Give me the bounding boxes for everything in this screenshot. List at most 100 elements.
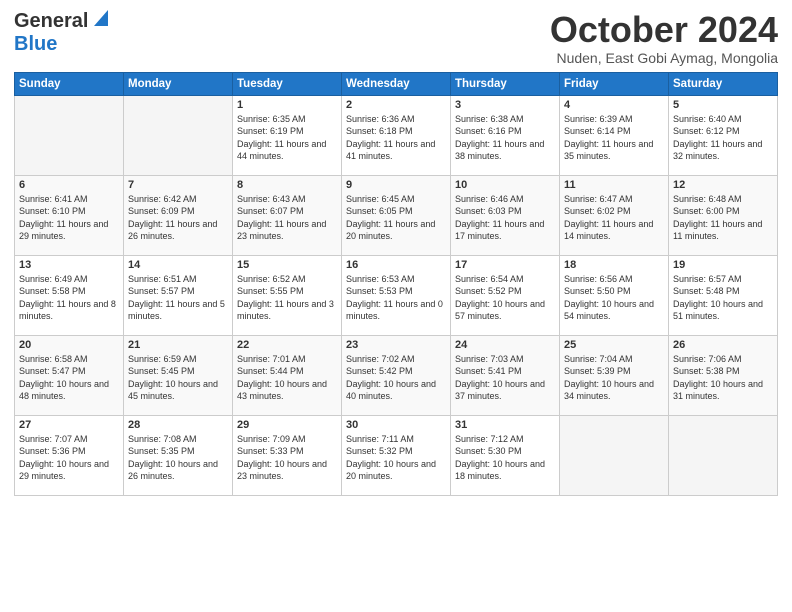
day-number: 18	[564, 259, 664, 271]
day-number: 13	[19, 259, 119, 271]
week-row-4: 20Sunrise: 6:58 AM Sunset: 5:47 PM Dayli…	[15, 335, 778, 415]
title-block: October 2024 Nuden, East Gobi Aymag, Mon…	[550, 10, 778, 66]
calendar-cell: 10Sunrise: 6:46 AM Sunset: 6:03 PM Dayli…	[451, 175, 560, 255]
day-number: 24	[455, 339, 555, 351]
day-number: 20	[19, 339, 119, 351]
day-number: 29	[237, 419, 337, 431]
calendar-cell: 30 Sunrise: 7:11 AM Sunset: 5:32 PM Dayli…	[342, 415, 451, 495]
calendar-cell: 25 Sunrise: 7:04 AM Sunset: 5:39 PM Dayli…	[560, 335, 669, 415]
cell-info: Sunrise: 6:59 AM Sunset: 5:45 PM Dayligh…	[128, 353, 228, 403]
cell-info: Sunrise: 7:12 AM Sunset: 5:30 PM Dayligh…	[455, 433, 555, 483]
logo: General Blue	[14, 10, 108, 56]
day-number: 21	[128, 339, 228, 351]
calendar-cell: 27Sunrise: 7:07 AM Sunset: 5:36 PM Dayli…	[15, 415, 124, 495]
day-number: 19	[673, 259, 773, 271]
cell-info: Sunrise: 7:04 AM Sunset: 5:39 PM Dayligh…	[564, 353, 664, 403]
calendar-cell: 26 Sunrise: 7:06 AM Sunset: 5:38 PM Dayli…	[669, 335, 778, 415]
header: General Blue October 2024 Nuden, East Go…	[14, 10, 778, 66]
cell-info: Sunrise: 7:09 AM Sunset: 5:33 PM Dayligh…	[237, 433, 337, 483]
day-number: 7	[128, 179, 228, 191]
calendar-cell: 28 Sunrise: 7:08 AM Sunset: 5:35 PM Dayli…	[124, 415, 233, 495]
cell-info: Sunrise: 6:47 AM Sunset: 6:02 PM Dayligh…	[564, 193, 664, 243]
cell-info: Sunrise: 7:08 AM Sunset: 5:35 PM Dayligh…	[128, 433, 228, 483]
logo-general: General	[14, 10, 88, 33]
day-number: 14	[128, 259, 228, 271]
day-number: 4	[564, 99, 664, 111]
header-tuesday: Tuesday	[233, 72, 342, 95]
week-row-1: 1 Sunrise: 6:35 AM Sunset: 6:19 PM Daylig…	[15, 95, 778, 175]
cell-info: Sunrise: 6:57 AM Sunset: 5:48 PM Dayligh…	[673, 273, 773, 323]
week-row-3: 13 Sunrise: 6:49 AM Sunset: 5:58 PM Dayli…	[15, 255, 778, 335]
day-number: 31	[455, 419, 555, 431]
calendar-cell: 18 Sunrise: 6:56 AM Sunset: 5:50 PM Dayli…	[560, 255, 669, 335]
cell-info: Sunrise: 7:07 AM Sunset: 5:36 PM Dayligh…	[19, 433, 119, 483]
header-thursday: Thursday	[451, 72, 560, 95]
calendar-cell: 4 Sunrise: 6:39 AM Sunset: 6:14 PM Daylig…	[560, 95, 669, 175]
day-number: 9	[346, 179, 446, 191]
calendar-cell: 7Sunrise: 6:42 AM Sunset: 6:09 PM Daylig…	[124, 175, 233, 255]
day-number: 17	[455, 259, 555, 271]
cell-info: Sunrise: 7:11 AM Sunset: 5:32 PM Dayligh…	[346, 433, 446, 483]
calendar-cell: 5 Sunrise: 6:40 AM Sunset: 6:12 PM Daylig…	[669, 95, 778, 175]
calendar-cell: 21 Sunrise: 6:59 AM Sunset: 5:45 PM Dayli…	[124, 335, 233, 415]
cell-info: Sunrise: 7:02 AM Sunset: 5:42 PM Dayligh…	[346, 353, 446, 403]
calendar-cell: 29 Sunrise: 7:09 AM Sunset: 5:33 PM Dayli…	[233, 415, 342, 495]
calendar-cell: 16Sunrise: 6:53 AM Sunset: 5:53 PM Dayli…	[342, 255, 451, 335]
calendar-cell: 17 Sunrise: 6:54 AM Sunset: 5:52 PM Dayli…	[451, 255, 560, 335]
calendar-cell: 20Sunrise: 6:58 AM Sunset: 5:47 PM Dayli…	[15, 335, 124, 415]
calendar-cell	[15, 95, 124, 175]
logo-line2: Blue	[14, 33, 57, 56]
header-row: SundayMondayTuesdayWednesdayThursdayFrid…	[15, 72, 778, 95]
cell-info: Sunrise: 6:40 AM Sunset: 6:12 PM Dayligh…	[673, 113, 773, 163]
calendar-table: SundayMondayTuesdayWednesdayThursdayFrid…	[14, 72, 778, 496]
day-number: 10	[455, 179, 555, 191]
calendar-cell: 14 Sunrise: 6:51 AM Sunset: 5:57 PM Dayli…	[124, 255, 233, 335]
day-number: 23	[346, 339, 446, 351]
cell-info: Sunrise: 6:53 AM Sunset: 5:53 PM Dayligh…	[346, 273, 446, 323]
calendar-cell: 23 Sunrise: 7:02 AM Sunset: 5:42 PM Dayli…	[342, 335, 451, 415]
week-row-5: 27Sunrise: 7:07 AM Sunset: 5:36 PM Dayli…	[15, 415, 778, 495]
cell-info: Sunrise: 6:35 AM Sunset: 6:19 PM Dayligh…	[237, 113, 337, 163]
calendar-cell: 13 Sunrise: 6:49 AM Sunset: 5:58 PM Dayli…	[15, 255, 124, 335]
calendar-cell: 1 Sunrise: 6:35 AM Sunset: 6:19 PM Daylig…	[233, 95, 342, 175]
day-number: 5	[673, 99, 773, 111]
day-number: 28	[128, 419, 228, 431]
cell-info: Sunrise: 7:03 AM Sunset: 5:41 PM Dayligh…	[455, 353, 555, 403]
day-number: 26	[673, 339, 773, 351]
day-number: 15	[237, 259, 337, 271]
calendar-cell: 24 Sunrise: 7:03 AM Sunset: 5:41 PM Dayli…	[451, 335, 560, 415]
calendar-cell	[560, 415, 669, 495]
cell-info: Sunrise: 6:54 AM Sunset: 5:52 PM Dayligh…	[455, 273, 555, 323]
calendar-cell: 6Sunrise: 6:41 AM Sunset: 6:10 PM Daylig…	[15, 175, 124, 255]
day-number: 6	[19, 179, 119, 191]
calendar-cell: 15 Sunrise: 6:52 AM Sunset: 5:55 PM Dayli…	[233, 255, 342, 335]
day-number: 25	[564, 339, 664, 351]
cell-info: Sunrise: 7:06 AM Sunset: 5:38 PM Dayligh…	[673, 353, 773, 403]
cell-info: Sunrise: 6:43 AM Sunset: 6:07 PM Dayligh…	[237, 193, 337, 243]
cell-info: Sunrise: 6:36 AM Sunset: 6:18 PM Dayligh…	[346, 113, 446, 163]
cell-info: Sunrise: 6:52 AM Sunset: 5:55 PM Dayligh…	[237, 273, 337, 323]
cell-info: Sunrise: 6:56 AM Sunset: 5:50 PM Dayligh…	[564, 273, 664, 323]
calendar-cell: 11 Sunrise: 6:47 AM Sunset: 6:02 PM Dayli…	[560, 175, 669, 255]
header-monday: Monday	[124, 72, 233, 95]
day-number: 12	[673, 179, 773, 191]
cell-info: Sunrise: 6:49 AM Sunset: 5:58 PM Dayligh…	[19, 273, 119, 323]
calendar-cell	[669, 415, 778, 495]
cell-info: Sunrise: 6:51 AM Sunset: 5:57 PM Dayligh…	[128, 273, 228, 323]
location: Nuden, East Gobi Aymag, Mongolia	[550, 50, 778, 66]
logo-triangle-icon	[90, 10, 108, 28]
day-number: 3	[455, 99, 555, 111]
day-number: 2	[346, 99, 446, 111]
logo-line1: General	[14, 10, 108, 33]
calendar-cell: 9 Sunrise: 6:45 AM Sunset: 6:05 PM Daylig…	[342, 175, 451, 255]
day-number: 11	[564, 179, 664, 191]
calendar-cell: 12 Sunrise: 6:48 AM Sunset: 6:00 PM Dayli…	[669, 175, 778, 255]
day-number: 8	[237, 179, 337, 191]
day-number: 22	[237, 339, 337, 351]
calendar-cell: 22Sunrise: 7:01 AM Sunset: 5:44 PM Dayli…	[233, 335, 342, 415]
cell-info: Sunrise: 6:45 AM Sunset: 6:05 PM Dayligh…	[346, 193, 446, 243]
day-number: 1	[237, 99, 337, 111]
cell-info: Sunrise: 6:39 AM Sunset: 6:14 PM Dayligh…	[564, 113, 664, 163]
cell-info: Sunrise: 6:48 AM Sunset: 6:00 PM Dayligh…	[673, 193, 773, 243]
day-number: 30	[346, 419, 446, 431]
